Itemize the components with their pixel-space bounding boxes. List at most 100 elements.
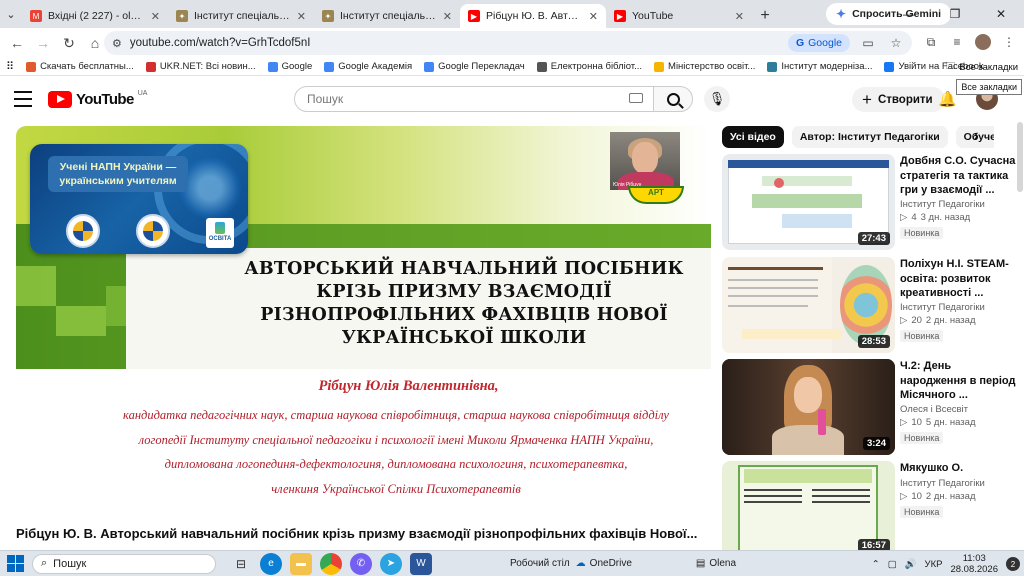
recommendation-item[interactable]: 3:24 Ч.2: День народження в період Місяч…: [722, 359, 1015, 455]
recommendation-title[interactable]: Мякушко О.: [900, 461, 1012, 476]
tab-close-icon[interactable]: ✕: [589, 10, 598, 23]
site-info-icon[interactable]: ⚙: [112, 37, 122, 50]
onedrive-item[interactable]: ☁ OneDrive: [576, 558, 632, 569]
bookmark-item[interactable]: Електронна бібліот...: [531, 58, 648, 76]
video-thumbnail[interactable]: 28:53: [722, 257, 895, 353]
tab-search-icon[interactable]: ⌄: [0, 0, 22, 28]
recommendation-meta: ▷ 10 5 дн. назад: [900, 417, 1016, 428]
bookmark-item[interactable]: Інститут модерніза...: [761, 58, 878, 76]
word-icon[interactable]: W: [410, 552, 432, 575]
folder-icon: 🗀: [945, 61, 956, 72]
recommendation-item[interactable]: 27:43 Довбня С.О. Сучасна стратегія та т…: [722, 154, 1015, 250]
bookmark-item[interactable]: UKR.NET: Всі новин...: [140, 58, 262, 76]
recommendation-title[interactable]: Поліхун Н.І. STEAM-освіта: розвиток креа…: [900, 257, 1016, 300]
taskbar-clock[interactable]: 11:03 28.08.2026: [950, 553, 998, 575]
video-thumbnail[interactable]: 3:24: [722, 359, 895, 455]
menu-icon[interactable]: [14, 91, 32, 107]
notifications-bell-icon[interactable]: 🔔: [938, 90, 957, 108]
bookmark-star-icon[interactable]: ☆: [886, 36, 906, 50]
bookmarks-tooltip: Все закладки: [956, 79, 1022, 95]
media-controls-icon[interactable]: ≡: [946, 31, 968, 53]
recommendation-time: 5 дн. назад: [925, 417, 976, 428]
viber-icon[interactable]: ✆: [350, 552, 372, 575]
toolbar-right: ⧉ ≡ ⋮: [920, 31, 1020, 53]
video-thumbnail[interactable]: 16:57: [722, 461, 895, 550]
chevron-right-icon[interactable]: ›: [974, 127, 990, 143]
bookmark-item[interactable]: Міністерство освіт...: [648, 58, 761, 76]
bookmark-item[interactable]: Google Перекладач: [418, 58, 531, 76]
recommendation-title[interactable]: Довбня С.О. Сучасна стратегія та тактика…: [900, 154, 1016, 197]
volume-icon[interactable]: 🔊: [905, 559, 917, 570]
video-player[interactable]: Учені НАПН України — українським учителя…: [16, 126, 711, 517]
recommendation-info: Довбня С.О. Сучасна стратегія та тактика…: [900, 154, 1016, 239]
recommendation-title[interactable]: Ч.2: День народження в період Місячного …: [900, 359, 1016, 402]
chip-author[interactable]: Автор: Інститут Педагогіки: [791, 126, 948, 148]
youtube-logo[interactable]: YouTube UA: [48, 90, 147, 108]
video-thumbnail[interactable]: 27:43: [722, 154, 895, 250]
tab-close-icon[interactable]: ✕: [735, 10, 744, 23]
profile-avatar[interactable]: [972, 31, 994, 53]
telegram-icon[interactable]: ➤: [380, 552, 402, 575]
url-text[interactable]: youtube.com/watch?v=GrhTcdof5nI: [130, 37, 780, 49]
page-scrollbar[interactable]: [1017, 122, 1023, 192]
extensions-icon[interactable]: ⧉: [920, 31, 942, 53]
tab-close-icon[interactable]: ✕: [151, 10, 160, 23]
voice-search-button[interactable]: 🎙: [704, 86, 730, 112]
search-button[interactable]: [653, 86, 693, 112]
desktop-label[interactable]: Робочий стіл: [510, 558, 570, 569]
back-icon[interactable]: ←: [4, 30, 30, 56]
restore-icon[interactable]: ❐: [932, 0, 978, 28]
address-bar[interactable]: ⚙ youtube.com/watch?v=GrhTcdof5nI G Goog…: [104, 31, 912, 55]
recommendation-channel[interactable]: Інститут Педагогіки: [900, 199, 1016, 210]
all-bookmarks-button[interactable]: 🗀 Все закладки: [946, 58, 1018, 76]
notification-count[interactable]: 2: [1006, 557, 1020, 571]
tab-favicon-icon: ✦: [322, 10, 334, 22]
bookmark-item[interactable]: Скачать бесплатны...: [20, 58, 140, 76]
recommendation-channel[interactable]: Олеся і Всесвіт: [900, 404, 1016, 415]
browser-tab[interactable]: ✦ Інститут спеціальної педаго ✕: [168, 4, 314, 28]
user-label: Olena: [709, 558, 737, 569]
chip-all-videos[interactable]: Усі відео: [722, 126, 784, 148]
apps-grid-icon[interactable]: ⠿: [4, 58, 20, 76]
browser-tab[interactable]: ▶ YouTube ✕: [606, 4, 752, 28]
tab-close-icon[interactable]: ✕: [297, 10, 306, 23]
google-lens-chip[interactable]: G Google: [787, 34, 850, 52]
tab-favicon-icon: ▶: [614, 10, 626, 22]
cast-icon[interactable]: ▭: [858, 36, 878, 50]
edge-icon[interactable]: e: [260, 552, 282, 575]
bookmark-favicon-icon: [145, 61, 156, 72]
browser-tab[interactable]: M Вхідні (2 227) - olena.chebot ✕: [22, 4, 168, 28]
browser-tab[interactable]: ✦ Інститут спеціальної педаго ✕: [314, 4, 460, 28]
recommendation-views: 10: [911, 490, 922, 502]
language-indicator[interactable]: УКР: [925, 559, 943, 570]
browser-tab[interactable]: ▶ Рібцун Ю. В. Авторський н ✕: [460, 4, 606, 28]
forward-icon[interactable]: →: [30, 30, 56, 56]
recommendation-item[interactable]: 16:57 Мякушко О. Інститут Педагогіки ▷ 1…: [722, 461, 1012, 550]
bookmark-item[interactable]: Google Академія: [318, 58, 418, 76]
create-button[interactable]: + Створити: [852, 87, 945, 112]
taskbar-search[interactable]: ⌕ Пошук: [32, 553, 216, 574]
search-input[interactable]: Пошук: [294, 86, 654, 112]
close-window-icon[interactable]: ✕: [978, 0, 1024, 28]
new-tab-button[interactable]: +: [752, 4, 778, 28]
menu-kebab-icon[interactable]: ⋮: [998, 31, 1020, 53]
bookmark-item[interactable]: Google: [262, 58, 319, 76]
bookmark-label: Google Перекладач: [438, 61, 525, 72]
network-icon[interactable]: ▢: [888, 559, 897, 570]
task-view-icon[interactable]: ⊟: [230, 553, 252, 575]
minimize-icon[interactable]: —: [886, 0, 932, 28]
tab-title: YouTube: [632, 10, 674, 22]
windows-start-icon[interactable]: [0, 551, 28, 576]
reload-icon[interactable]: ↻: [56, 30, 82, 56]
recommendation-channel[interactable]: Інститут Педагогіки: [900, 302, 1016, 313]
bookmark-label: Скачать бесплатны...: [40, 61, 134, 72]
file-explorer-icon[interactable]: ▬: [290, 552, 312, 575]
recommendation-item[interactable]: 28:53 Поліхун Н.І. STEAM-освіта: розвито…: [722, 257, 1012, 353]
tray-chevron-icon[interactable]: ⌃: [872, 559, 880, 570]
chrome-icon[interactable]: [320, 552, 342, 576]
recommendation-channel[interactable]: Інститут Педагогіки: [900, 478, 1012, 489]
tab-close-icon[interactable]: ✕: [443, 10, 452, 23]
user-item[interactable]: ▤ Olena: [696, 558, 736, 569]
keyboard-icon[interactable]: [629, 93, 643, 103]
search-placeholder: Пошук: [307, 92, 344, 106]
